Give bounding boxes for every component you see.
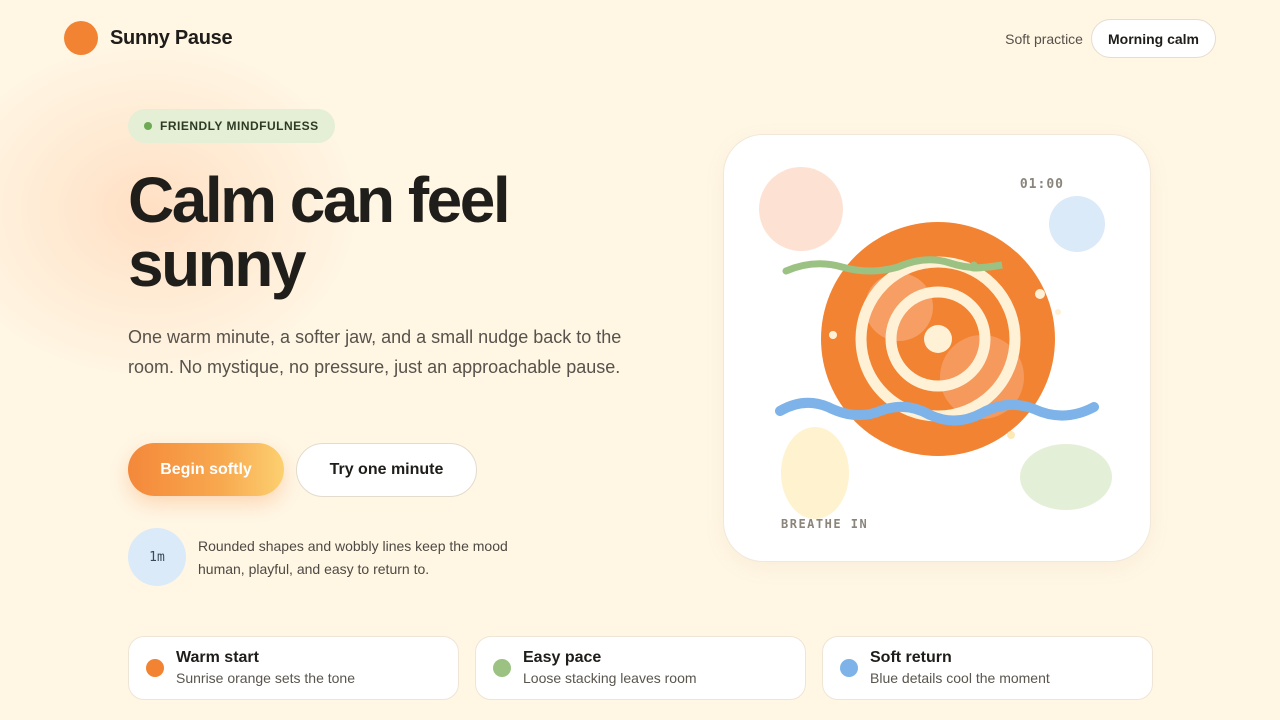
breathe-caption: BREATHE IN <box>781 517 869 531</box>
sparkle-icon <box>829 331 837 339</box>
begin-softly-button[interactable]: Begin softly <box>128 443 284 496</box>
badge-dot-icon <box>144 122 152 130</box>
hero-description: One warm minute, a softer jaw, and a sma… <box>128 327 622 377</box>
brand[interactable]: Sunny Pause <box>64 21 233 55</box>
blue-dot-icon <box>840 659 858 677</box>
sparkle-icon <box>1035 289 1045 299</box>
hero-note: Rounded shapes and wobbly lines keep the… <box>198 538 508 577</box>
sparkle-icon <box>1055 309 1061 315</box>
cream-blob-icon <box>781 427 849 519</box>
feature-subtitle: Loose stacking leaves room <box>523 670 697 686</box>
feature-card-soft-return: Soft return Blue details cool the moment <box>822 636 1153 700</box>
feature-title: Warm start <box>176 649 259 666</box>
try-one-minute-button[interactable]: Try one minute <box>296 443 477 497</box>
badge-label: FRIENDLY MINDFULNESS <box>160 119 319 133</box>
feature-subtitle: Blue details cool the moment <box>870 670 1050 686</box>
peach-blob-icon <box>759 167 843 251</box>
category-badge: FRIENDLY MINDFULNESS <box>128 109 335 143</box>
breathing-illustration <box>759 167 1112 519</box>
center-dot-icon <box>924 325 952 353</box>
feature-subtitle: Sunrise orange sets the tone <box>176 670 356 686</box>
morning-calm-button[interactable]: Morning calm <box>1090 19 1216 58</box>
green-blob-icon <box>1020 444 1112 510</box>
feature-title: Soft return <box>870 649 952 666</box>
nav-link-soft-practice[interactable]: Soft practice <box>1005 31 1083 47</box>
brand-logo-icon <box>64 21 98 55</box>
sparkle-icon <box>1007 431 1015 439</box>
minute-chip: 1m <box>128 528 186 586</box>
feature-card-warm-start: Warm start Sunrise orange sets the tone <box>128 636 459 700</box>
page-title: Calm can feel sunny <box>128 164 511 300</box>
header-nav: Soft practice Morning calm <box>1005 19 1216 58</box>
feature-list: Warm start Sunrise orange sets the tone … <box>128 636 1153 700</box>
blue-blob-icon <box>1049 196 1105 252</box>
orange-dot-icon <box>146 659 164 677</box>
breathing-card: 01:00 BREATHE IN <box>723 134 1151 562</box>
brand-name: Sunny Pause <box>110 26 233 49</box>
feature-title: Easy pace <box>523 649 602 666</box>
feature-card-easy-pace: Easy pace Loose stacking leaves room <box>475 636 806 700</box>
timer-readout: 01:00 <box>1019 177 1064 192</box>
green-dot-icon <box>493 659 511 677</box>
